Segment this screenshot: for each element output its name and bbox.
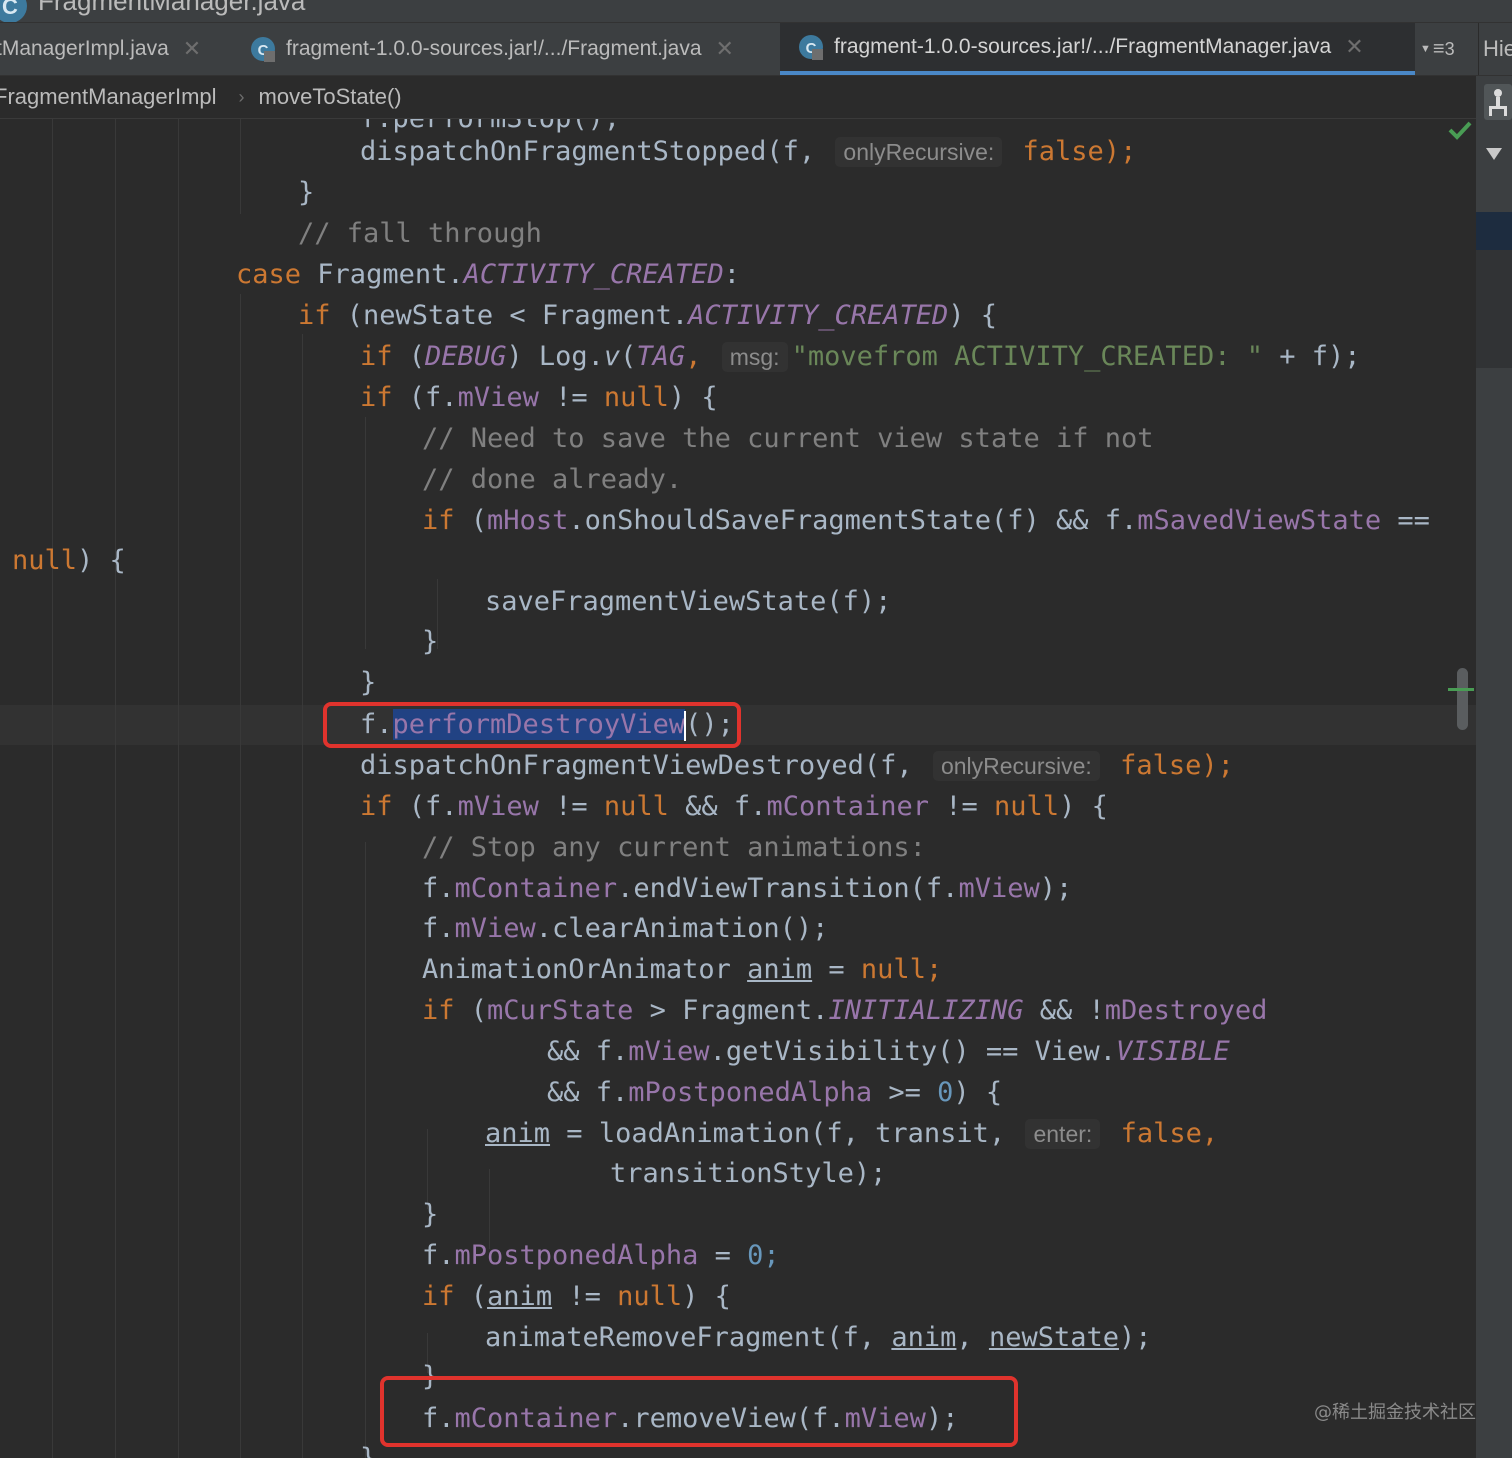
code-line: null) { <box>12 545 126 576</box>
indent-guide <box>240 119 241 214</box>
code-line: saveFragmentViewState(f); <box>485 586 892 617</box>
code-line: if (f.mView != null && f.mContainer != n… <box>360 791 1108 822</box>
indent-guide <box>302 334 303 1458</box>
java-class-icon: C <box>250 36 276 62</box>
code-line: if (DEBUG) Log.v(TAG, msg: "movefrom ACTI… <box>360 341 1361 372</box>
code-line: transitionStyle); <box>610 1158 887 1189</box>
hierarchy-label: Hie <box>1483 36 1512 61</box>
chevron-down-icon: ▼ <box>1420 43 1431 55</box>
code-line: } <box>360 1439 376 1458</box>
scrollbar-thumb[interactable] <box>1457 668 1468 730</box>
code-line: if (mCurState > Fragment.INITIALIZING &&… <box>422 995 1268 1026</box>
code-line: // done already. <box>422 464 683 495</box>
code-editor[interactable]: f.performStop(); dispatchOnFragmentStopp… <box>0 119 1476 1458</box>
indent-guide <box>365 417 366 649</box>
code-line: // fall through <box>298 218 542 249</box>
tab-fragment-manager-java[interactable]: C fragment-1.0.0-sources.jar!/.../Fragme… <box>780 23 1415 75</box>
code-line: // Need to save the current view state i… <box>422 423 1154 454</box>
code-line: anim = loadAnimation(f, transit, enter: … <box>485 1118 1219 1149</box>
breadcrumb: FragmentManagerImpl › moveToState() <box>0 76 1476 119</box>
tab-overflow-count: 3 <box>1444 38 1455 59</box>
window-title: FragmentManager.java <box>38 0 306 16</box>
parameter-hint: onlyRecursive: <box>835 137 1003 167</box>
breadcrumb-class[interactable]: FragmentManagerImpl <box>0 84 217 110</box>
tab-fragment-manager-impl[interactable]: tManagerImpl.java ✕ <box>0 23 240 75</box>
change-marker <box>1448 688 1474 691</box>
indent-guide <box>365 842 366 1458</box>
hierarchy-tool-window-button[interactable]: Hie <box>1478 23 1512 75</box>
selected-panel-indicator <box>1476 212 1512 250</box>
code-line: && f.mView.getVisibility() == View.VISIB… <box>547 1036 1230 1067</box>
code-line: f.mPostponedAlpha = 0; <box>422 1240 780 1271</box>
code-line: // Stop any current animations: <box>422 832 926 863</box>
hierarchy-icon <box>1489 89 1507 116</box>
svg-text:C: C <box>2 0 18 19</box>
highlight-box-remove-view <box>380 1376 1018 1447</box>
structure-tool-button[interactable] <box>1484 84 1512 120</box>
parameter-hint: enter: <box>1025 1119 1101 1149</box>
side-panel <box>1476 250 1512 368</box>
code-line: if (anim != null) { <box>422 1281 731 1312</box>
code-line: dispatchOnFragmentStopped(f, onlyRecursi… <box>360 136 1137 167</box>
list-icon: ≡ <box>1432 37 1445 60</box>
close-icon[interactable]: ✕ <box>183 36 201 62</box>
code-line: } <box>422 626 439 657</box>
code-line: } <box>422 1199 439 1230</box>
highlight-box-perform-destroy-view <box>323 702 741 748</box>
code-line: if (newState < Fragment.ACTIVITY_CREATED… <box>298 300 998 331</box>
breadcrumb-method[interactable]: moveToState() <box>259 84 402 110</box>
code-line: } <box>360 667 377 698</box>
code-line: if (f.mView != null) { <box>360 382 718 413</box>
indent-guide <box>240 294 241 1458</box>
parameter-hint: onlyRecursive: <box>932 751 1100 781</box>
code-line: AnimationOrAnimator anim = null; <box>422 954 943 985</box>
code-line: f.mView.clearAnimation(); <box>422 913 829 944</box>
watermark: @稀土掘金技术社区 <box>1314 1402 1476 1423</box>
code-line: case Fragment.ACTIVITY_CREATED: <box>236 259 740 290</box>
tab-label: fragment-1.0.0-sources.jar!/.../Fragment… <box>286 37 702 60</box>
parameter-hint: msg: <box>721 342 788 372</box>
code-line: animateRemoveFragment(f, anim, newState)… <box>485 1322 1152 1353</box>
tab-overflow-button[interactable]: ▼ ≡ 3 <box>1420 23 1455 75</box>
triangle-down-icon[interactable] <box>1485 146 1503 166</box>
close-icon[interactable]: ✕ <box>716 36 734 62</box>
indent-guide <box>52 119 53 1458</box>
tab-label: fragment-1.0.0-sources.jar!/.../Fragment… <box>834 35 1332 58</box>
tab-label: tManagerImpl.java <box>0 37 169 60</box>
java-class-icon: C <box>0 0 30 22</box>
tab-fragment-java[interactable]: C fragment-1.0.0-sources.jar!/.../Fragme… <box>250 23 780 75</box>
code-line: dispatchOnFragmentViewDestroyed(f, onlyR… <box>360 750 1234 781</box>
title-bar: C FragmentManager.java <box>0 0 1512 23</box>
code-line: if (mHost.onShouldSaveFragmentState(f) &… <box>422 505 1430 536</box>
code-line: && f.mPostponedAlpha >= 0) { <box>547 1077 1003 1108</box>
java-class-icon: C <box>798 34 824 60</box>
right-tool-strip <box>1476 76 1512 1458</box>
indent-guide <box>178 119 179 1458</box>
code-line: } <box>298 177 315 208</box>
check-icon <box>1446 118 1474 146</box>
close-icon[interactable]: ✕ <box>1345 34 1363 60</box>
editor-tab-bar: tManagerImpl.java ✕ C fragment-1.0.0-sou… <box>0 23 1512 76</box>
chevron-right-icon: › <box>238 86 245 107</box>
indent-guide <box>115 119 116 1458</box>
code-line: f.mContainer.endViewTransition(f.mView); <box>422 873 1073 904</box>
